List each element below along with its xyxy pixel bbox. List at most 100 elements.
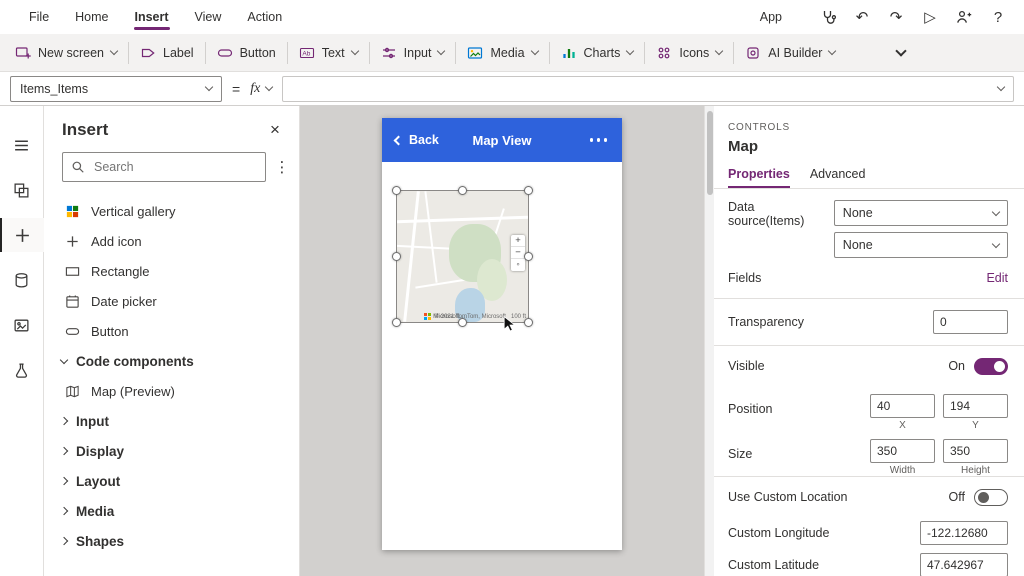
- chevron-right-icon: [60, 507, 68, 515]
- data-source-select-2[interactable]: None: [834, 232, 1008, 258]
- insert-item-date-picker[interactable]: Date picker: [44, 286, 299, 316]
- input-button[interactable]: Input: [370, 34, 456, 71]
- undo-icon[interactable]: ↶: [846, 2, 878, 32]
- rail-advanced-tools-item[interactable]: [0, 353, 44, 387]
- charts-button[interactable]: Charts: [550, 34, 645, 71]
- button-button[interactable]: Button: [206, 34, 287, 71]
- insert-group-layout[interactable]: Layout: [44, 466, 299, 496]
- icons-button[interactable]: Icons: [645, 34, 733, 71]
- input-label: Input: [404, 46, 432, 60]
- insert-group-shapes[interactable]: Shapes: [44, 526, 299, 556]
- insert-item-add-icon[interactable]: Add icon: [44, 226, 299, 256]
- property-selector[interactable]: Items_Items: [10, 76, 222, 102]
- fx-label: fx: [250, 81, 260, 97]
- position-y-sublabel: Y: [972, 420, 979, 431]
- redo-icon[interactable]: ↷: [880, 2, 912, 32]
- map-control[interactable]: + − ◦ Microsoft © 2021 TomTom, Microsoft…: [397, 191, 528, 322]
- position-x-input[interactable]: [870, 394, 935, 418]
- fx-button[interactable]: fx: [250, 81, 272, 97]
- selection-handle-nw[interactable]: [392, 186, 401, 195]
- custom-latitude-input[interactable]: [920, 553, 1008, 576]
- input-icon: [381, 45, 397, 61]
- position-y-input[interactable]: [943, 394, 1008, 418]
- menu-home[interactable]: Home: [62, 0, 121, 34]
- menu-home-label: Home: [75, 10, 108, 24]
- app-checker-icon[interactable]: [812, 2, 844, 32]
- custom-longitude-input[interactable]: [920, 521, 1008, 545]
- ai-builder-button[interactable]: AI Builder: [734, 34, 846, 71]
- rail-tree-view-item[interactable]: [0, 173, 44, 207]
- insert-group-label: Input: [76, 414, 109, 429]
- selection-handle-ne[interactable]: [524, 186, 533, 195]
- menu-insert[interactable]: Insert: [122, 0, 182, 34]
- insert-item-map-preview[interactable]: Map (Preview): [44, 376, 299, 406]
- insert-item-vertical-gallery[interactable]: Vertical gallery: [44, 196, 299, 226]
- selection-handle-n[interactable]: [458, 186, 467, 195]
- insert-item-rectangle[interactable]: Rectangle: [44, 256, 299, 286]
- selection-handle-e[interactable]: [524, 252, 533, 261]
- chevron-down-icon: [110, 47, 118, 55]
- insert-group-display[interactable]: Display: [44, 436, 299, 466]
- help-icon[interactable]: ?: [982, 2, 1014, 32]
- search-input[interactable]: [62, 152, 266, 182]
- zoom-out-button[interactable]: −: [511, 247, 525, 259]
- tab-advanced[interactable]: Advanced: [810, 167, 866, 188]
- zoom-in-button[interactable]: +: [511, 235, 525, 247]
- fields-label: Fields: [728, 271, 761, 285]
- rail-menu-item[interactable]: [0, 128, 44, 162]
- insert-item-label: Button: [91, 324, 129, 339]
- position-label: Position: [728, 402, 772, 416]
- app-screen-preview[interactable]: Map View Back: [382, 118, 622, 550]
- visible-toggle[interactable]: On: [948, 358, 1008, 375]
- use-custom-location-toggle[interactable]: Off: [949, 489, 1008, 506]
- play-icon[interactable]: ▷: [914, 2, 946, 32]
- insert-group-media[interactable]: Media: [44, 496, 299, 526]
- insert-item-label: Add icon: [91, 234, 142, 249]
- new-screen-label: New screen: [38, 46, 104, 60]
- selection-handle-w[interactable]: [392, 252, 401, 261]
- close-icon[interactable]: ×: [263, 120, 287, 140]
- ribbon-overflow-button[interactable]: [886, 34, 916, 71]
- selection-handle-sw[interactable]: [392, 318, 401, 327]
- new-screen-button[interactable]: New screen: [4, 34, 128, 71]
- custom-location-state-label: Off: [949, 490, 965, 504]
- rail-insert-item[interactable]: [0, 218, 44, 252]
- button-icon: [63, 324, 81, 339]
- share-user-icon[interactable]: [948, 2, 980, 32]
- tab-properties[interactable]: Properties: [728, 167, 790, 188]
- formula-expand-chevron-icon[interactable]: [997, 83, 1005, 91]
- svg-text:Ab: Ab: [302, 50, 310, 57]
- rail-data-item[interactable]: [0, 263, 44, 297]
- chevron-down-icon: [715, 47, 723, 55]
- size-height-input[interactable]: [943, 439, 1008, 463]
- fields-edit-link[interactable]: Edit: [986, 271, 1008, 285]
- toggle-on-icon: [974, 358, 1008, 375]
- design-canvas[interactable]: Map View Back: [300, 106, 704, 576]
- formula-input[interactable]: [282, 76, 1014, 102]
- scrollbar-thumb[interactable]: [707, 111, 713, 195]
- more-dots-icon[interactable]: [588, 132, 610, 148]
- insert-group-input[interactable]: Input: [44, 406, 299, 436]
- menu-action[interactable]: Action: [234, 0, 295, 34]
- map-compass-button[interactable]: ◦: [511, 259, 525, 271]
- selection-handle-s[interactable]: [458, 318, 467, 327]
- text-button[interactable]: Ab Text: [288, 34, 369, 71]
- selection-handle-se[interactable]: [524, 318, 533, 327]
- transparency-input[interactable]: [933, 310, 1008, 334]
- more-options-icon[interactable]: ⋮: [273, 158, 291, 176]
- insert-item-button[interactable]: Button: [44, 316, 299, 346]
- chevron-down-icon: [265, 83, 273, 91]
- back-button[interactable]: Back: [395, 133, 439, 147]
- menu-view[interactable]: View: [182, 0, 235, 34]
- custom-longitude-label: Custom Longitude: [728, 526, 829, 540]
- rail-media-item[interactable]: [0, 308, 44, 342]
- insert-group-code-components[interactable]: Code components: [44, 346, 299, 376]
- map-control-selection[interactable]: + − ◦ Microsoft © 2021 TomTom, Microsoft…: [397, 191, 528, 322]
- label-button[interactable]: Label: [129, 34, 205, 71]
- canvas-scrollbar[interactable]: [704, 106, 714, 576]
- media-button[interactable]: Media: [456, 34, 548, 71]
- menu-file[interactable]: File: [16, 0, 62, 34]
- size-width-input[interactable]: [870, 439, 935, 463]
- data-source-select-1[interactable]: None: [834, 200, 1008, 226]
- insert-item-label: Vertical gallery: [91, 204, 176, 219]
